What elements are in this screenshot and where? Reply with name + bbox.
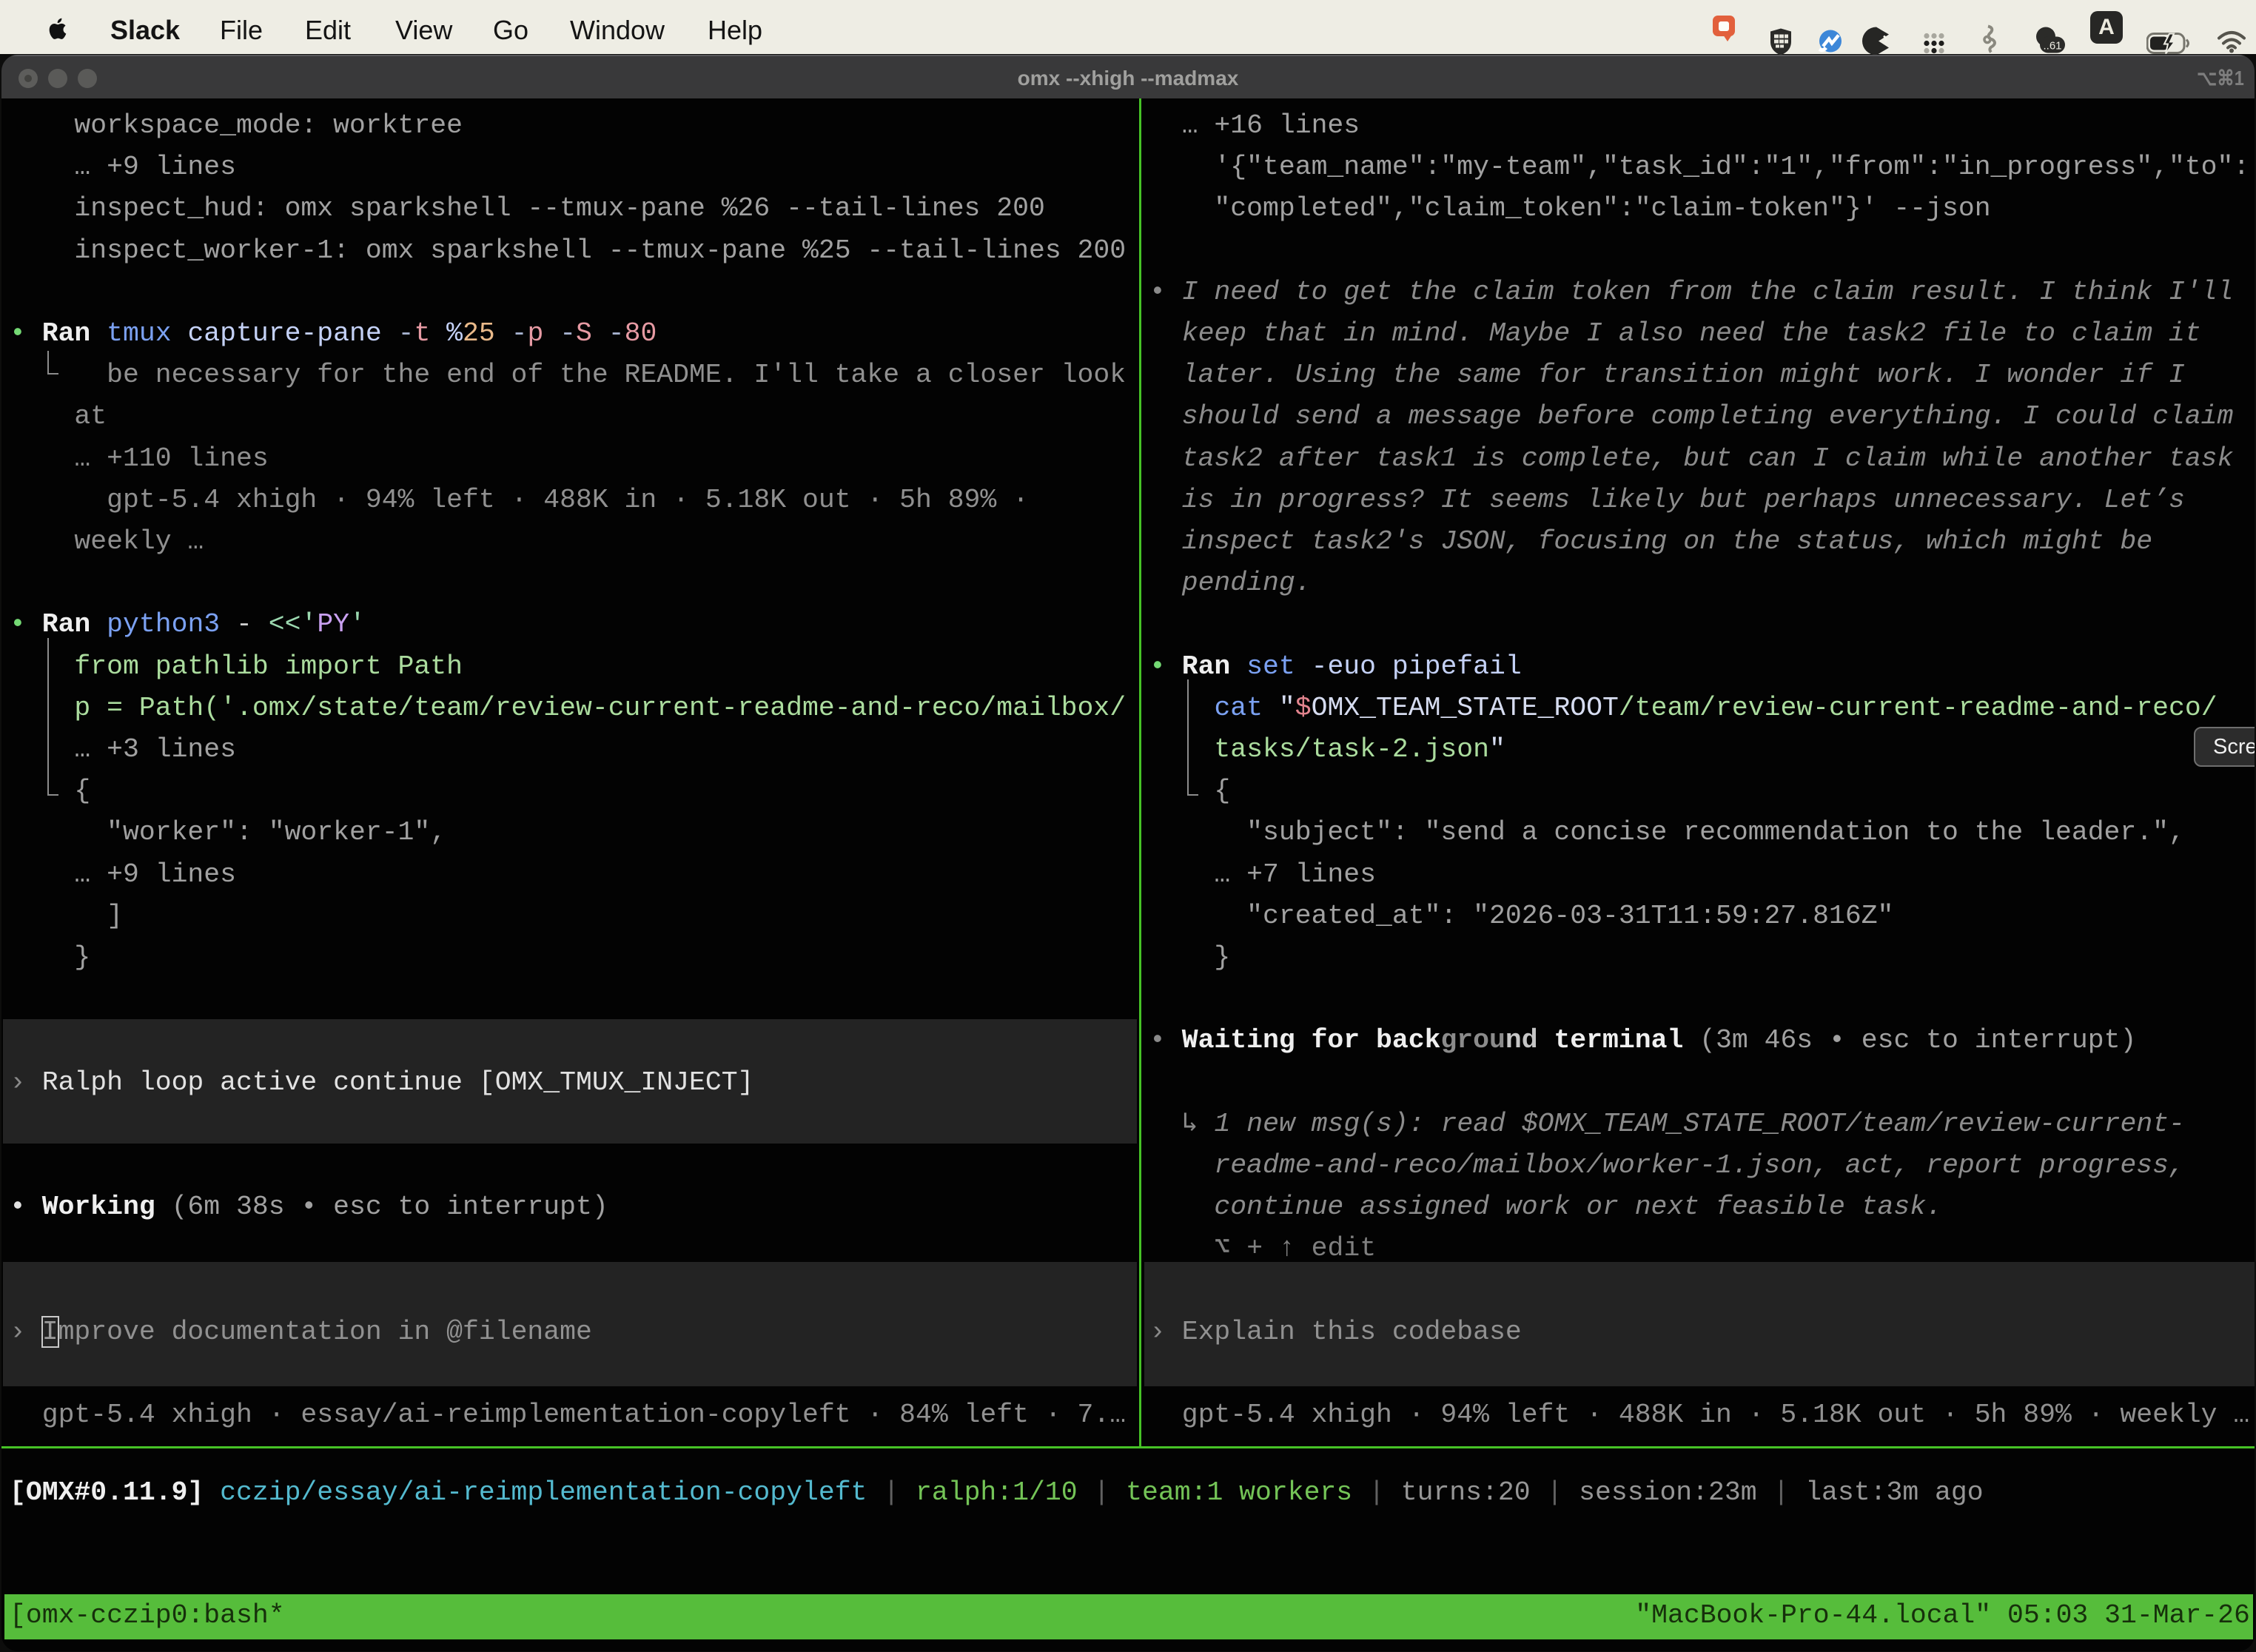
svg-text:..61: ..61 [2043, 40, 2061, 53]
